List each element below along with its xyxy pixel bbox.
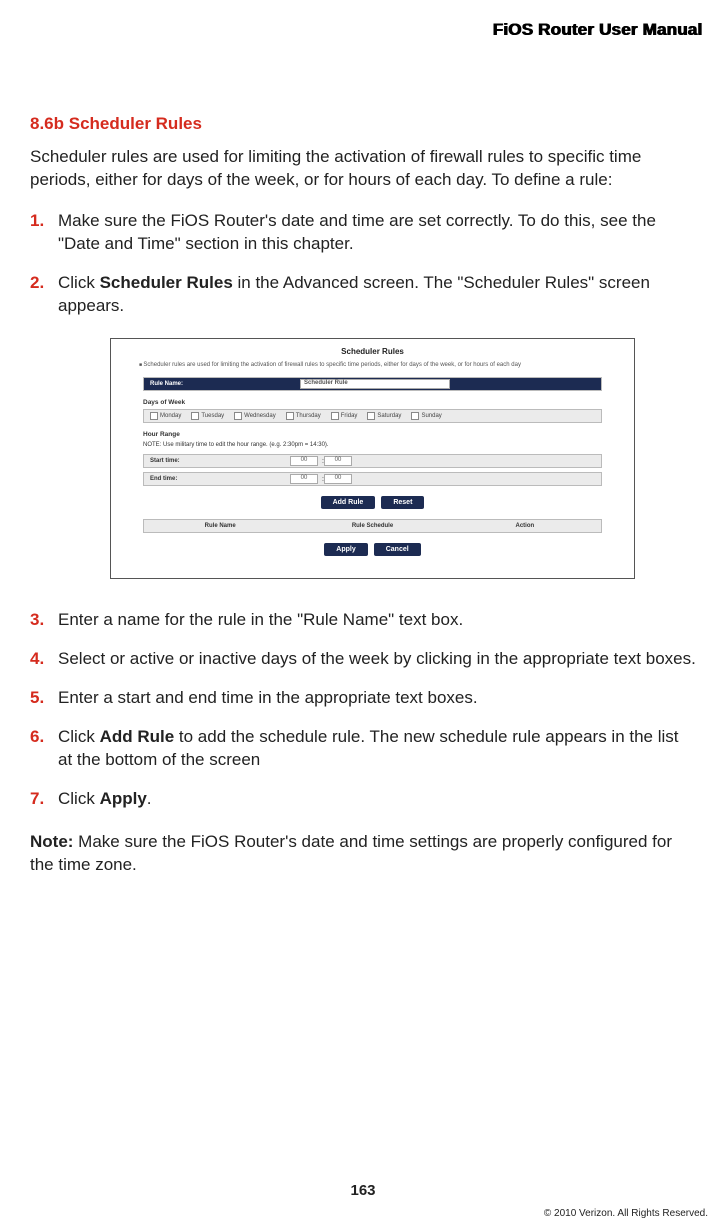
- day-wednesday-checkbox[interactable]: Wednesday: [234, 412, 276, 420]
- section-title: 8.6b Scheduler Rules: [30, 114, 696, 134]
- add-rule-button[interactable]: Add Rule: [321, 496, 376, 509]
- step-text: Enter a start and end time in the approp…: [58, 688, 478, 707]
- rule-name-row: Rule Name: Scheduler Rule: [143, 377, 602, 391]
- hour-range-label: Hour Range: [143, 431, 602, 438]
- page-number: 163: [0, 1182, 726, 1199]
- page-header: FiOS Router User Manual: [30, 20, 702, 40]
- days-of-week-label: Days of Week: [143, 399, 602, 406]
- note-paragraph: Note: Make sure the FiOS Router's date a…: [30, 831, 696, 877]
- hour-range-note: NOTE: Use military time to edit the hour…: [143, 442, 602, 448]
- step-3: Enter a name for the rule in the "Rule N…: [30, 609, 696, 632]
- step-6: Click Add Rule to add the schedule rule.…: [30, 726, 696, 772]
- intro-paragraph: Scheduler rules are used for limiting th…: [30, 146, 696, 192]
- rule-name-input[interactable]: Scheduler Rule: [300, 379, 450, 389]
- step-2: Click Scheduler Rules in the Advanced sc…: [30, 272, 696, 318]
- day-friday-checkbox[interactable]: Friday: [331, 412, 358, 420]
- ss-intro-text: Scheduler rules are used for limiting th…: [139, 362, 614, 370]
- step-1: Make sure the FiOS Router's date and tim…: [30, 210, 696, 256]
- apply-cancel-button-row: Apply Cancel: [143, 543, 602, 556]
- th-rule-schedule: Rule Schedule: [296, 523, 448, 529]
- end-time-label: End time:: [150, 476, 290, 482]
- step-7: Click Apply.: [30, 788, 696, 811]
- day-thursday-checkbox[interactable]: Thursday: [286, 412, 321, 420]
- start-time-label: Start time:: [150, 458, 290, 464]
- step-text: Click: [58, 273, 100, 292]
- th-action: Action: [449, 523, 601, 529]
- note-text: Make sure the FiOS Router's date and tim…: [30, 832, 672, 874]
- step-5: Enter a start and end time in the approp…: [30, 687, 696, 710]
- rule-name-label: Rule Name:: [150, 381, 300, 387]
- step-list-bottom: Enter a name for the rule in the "Rule N…: [30, 609, 696, 811]
- step-bold: Add Rule: [100, 727, 175, 746]
- th-rule-name: Rule Name: [144, 523, 296, 529]
- end-min-input[interactable]: 00: [324, 474, 352, 484]
- end-time-row: End time: 00 : 00: [143, 472, 602, 486]
- start-min-input[interactable]: 00: [324, 456, 352, 466]
- end-hour-input[interactable]: 00: [290, 474, 318, 484]
- step-4: Select or active or inactive days of the…: [30, 648, 696, 671]
- cancel-button[interactable]: Cancel: [374, 543, 421, 556]
- reset-button[interactable]: Reset: [381, 496, 424, 509]
- start-hour-input[interactable]: 00: [290, 456, 318, 466]
- note-label: Note:: [30, 832, 73, 851]
- scheduler-screenshot: Scheduler Rules Scheduler rules are used…: [110, 338, 635, 580]
- start-time-row: Start time: 00 : 00: [143, 454, 602, 468]
- add-reset-button-row: Add Rule Reset: [143, 496, 602, 509]
- copyright-text: © 2010 Verizon. All Rights Reserved.: [544, 1208, 708, 1219]
- step-list-top: Make sure the FiOS Router's date and tim…: [30, 210, 696, 318]
- days-checkbox-row: Monday Tuesday Wednesday Thursday Friday…: [143, 409, 602, 423]
- step-text: Make sure the FiOS Router's date and tim…: [58, 211, 656, 253]
- step-text: .: [147, 789, 152, 808]
- step-text: Click: [58, 789, 100, 808]
- step-text: Select or active or inactive days of the…: [58, 649, 696, 668]
- apply-button[interactable]: Apply: [324, 543, 367, 556]
- step-bold: Scheduler Rules: [100, 273, 233, 292]
- day-sunday-checkbox[interactable]: Sunday: [411, 412, 441, 420]
- rules-table-header: Rule Name Rule Schedule Action: [143, 519, 602, 533]
- day-tuesday-checkbox[interactable]: Tuesday: [191, 412, 224, 420]
- step-text: Enter a name for the rule in the "Rule N…: [58, 610, 463, 629]
- ss-title: Scheduler Rules: [123, 347, 622, 356]
- step-bold: Apply: [100, 789, 147, 808]
- day-monday-checkbox[interactable]: Monday: [150, 412, 181, 420]
- step-text: Click: [58, 727, 100, 746]
- day-saturday-checkbox[interactable]: Saturday: [367, 412, 401, 420]
